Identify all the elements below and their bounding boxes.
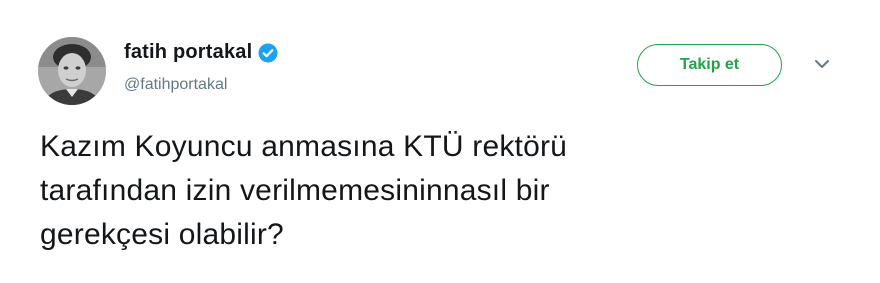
follow-button[interactable]: Takip et: [637, 44, 782, 86]
author-name-row: fatih portakal: [124, 41, 278, 64]
tweet-card: fatih portakal @fatihportakal Takip et K…: [0, 0, 880, 283]
author-handle[interactable]: @fatihportakal: [124, 76, 227, 94]
tweet-text: Kazım Koyuncu anmasına KTÜ rektörü taraf…: [40, 130, 568, 251]
chevron-down-icon[interactable]: [812, 56, 832, 72]
author-display-name[interactable]: fatih portakal: [124, 41, 252, 64]
avatar-image: [38, 37, 106, 105]
verified-badge-icon: [258, 43, 278, 63]
avatar[interactable]: [38, 37, 106, 105]
